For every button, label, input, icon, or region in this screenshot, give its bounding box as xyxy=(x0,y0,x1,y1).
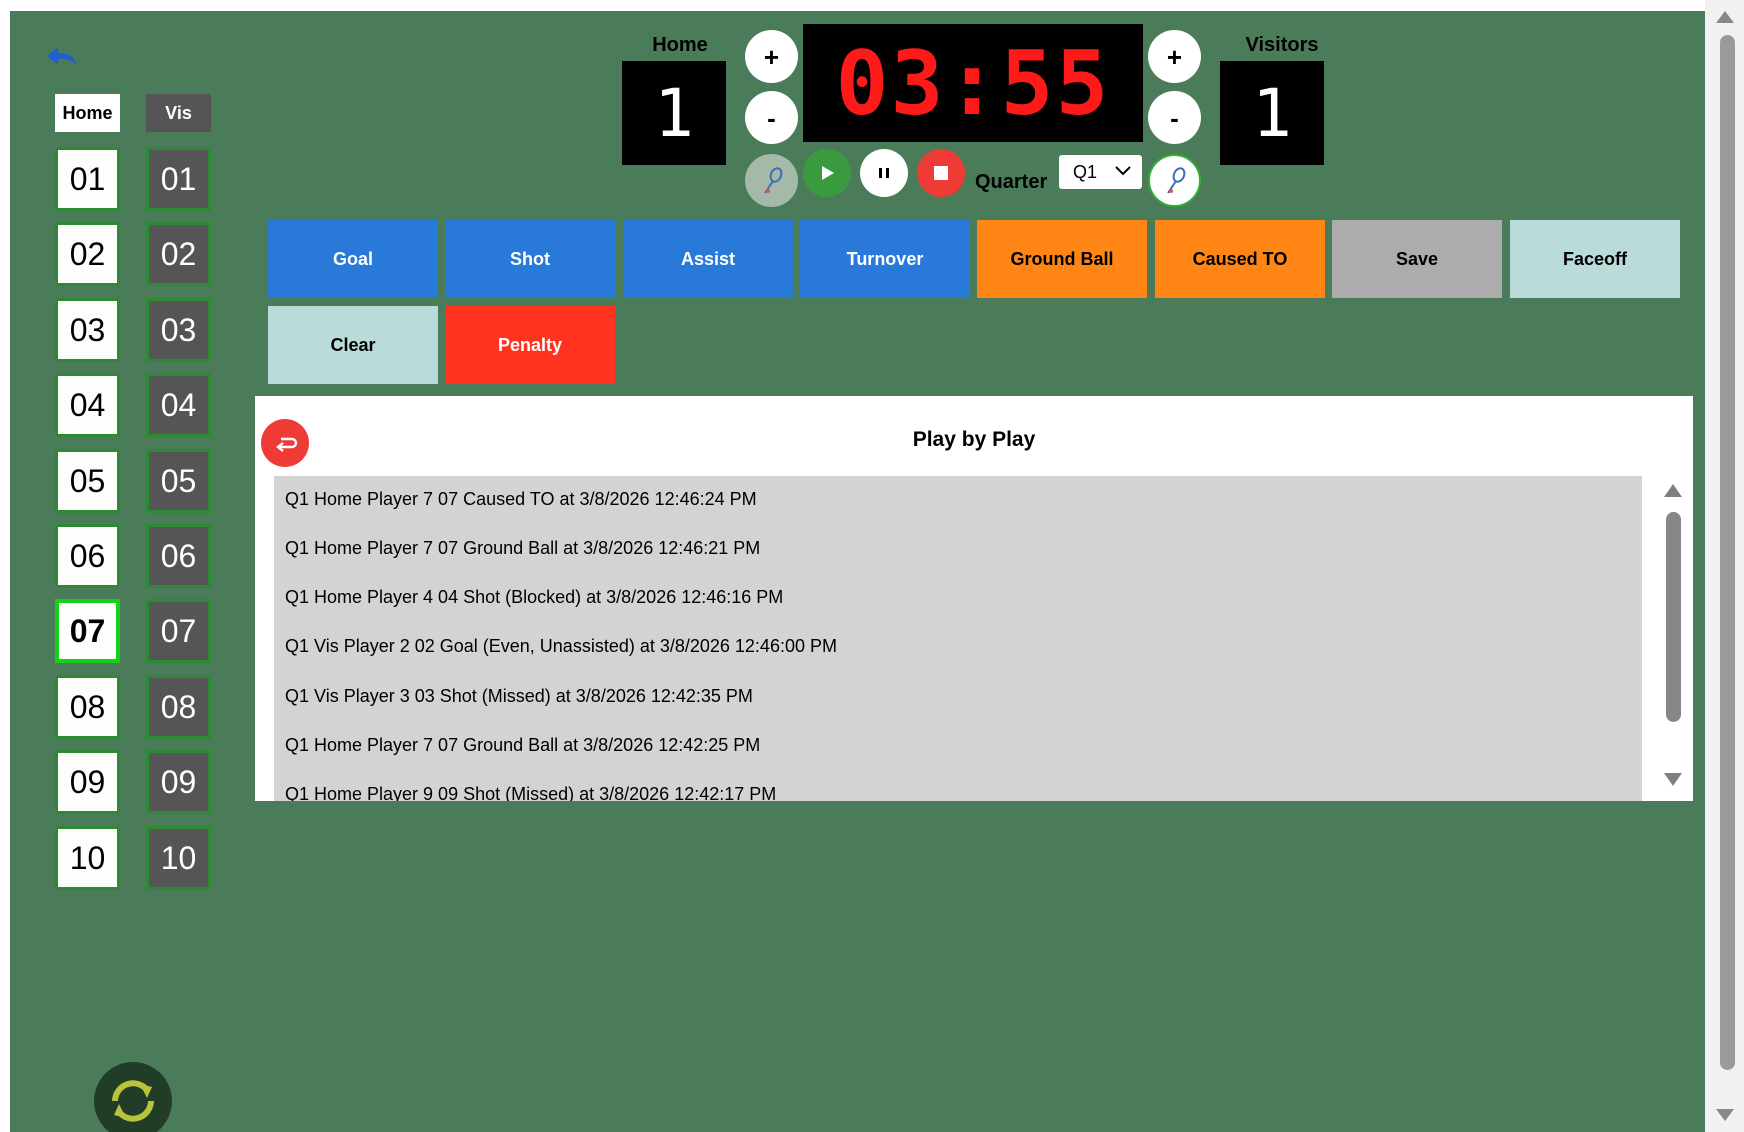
page-scrollbar[interactable] xyxy=(1705,0,1744,1132)
assist-button[interactable]: Assist xyxy=(623,220,793,298)
refresh-icon xyxy=(112,1080,154,1122)
home-player-04[interactable]: 04 xyxy=(55,373,120,437)
play-by-play-scrollbar[interactable] xyxy=(1660,476,1686,786)
quarter-select[interactable]: Q1 xyxy=(1059,155,1142,189)
turnover-button[interactable]: Turnover xyxy=(800,220,970,298)
page-scroll-up-arrow-icon[interactable] xyxy=(1716,11,1734,23)
lacrosse-stick-icon xyxy=(1166,166,1185,194)
goal-button[interactable]: Goal xyxy=(268,220,438,298)
faceoff-button[interactable]: Faceoff xyxy=(1510,220,1680,298)
chevron-down-icon xyxy=(1115,166,1131,176)
back-arrow-icon[interactable] xyxy=(44,41,84,75)
pause-icon xyxy=(879,168,889,178)
vis-player-01[interactable]: 01 xyxy=(146,147,211,211)
home-player-01[interactable]: 01 xyxy=(55,147,120,211)
home-score-plus-button[interactable]: + xyxy=(745,30,798,83)
vis-player-03[interactable]: 03 xyxy=(146,298,211,362)
page-scroll-down-arrow-icon[interactable] xyxy=(1716,1109,1734,1121)
home-score: 1 xyxy=(622,61,726,165)
clock-stop-button[interactable] xyxy=(917,149,965,197)
vis-player-04[interactable]: 04 xyxy=(146,373,211,437)
list-item: Q1 Home Player 7 07 Ground Ball at 3/8/2… xyxy=(285,538,761,558)
list-item: Q1 Vis Player 2 02 Goal (Even, Unassiste… xyxy=(285,636,837,656)
caused-to-button[interactable]: Caused TO xyxy=(1155,220,1325,298)
scroll-down-arrow-icon[interactable] xyxy=(1664,773,1682,786)
clock-play-button[interactable] xyxy=(803,149,851,197)
home-player-10[interactable]: 10 xyxy=(55,826,120,890)
ground-ball-button[interactable]: Ground Ball xyxy=(977,220,1147,298)
home-player-03[interactable]: 03 xyxy=(55,298,120,362)
home-possession-button[interactable] xyxy=(745,154,798,207)
play-icon xyxy=(822,166,834,180)
play-by-play-panel: Play by Play Q1 Home Player 7 07 Caused … xyxy=(255,396,1693,801)
home-player-07[interactable]: 07 xyxy=(55,599,120,663)
visitors-possession-button[interactable] xyxy=(1148,154,1201,207)
play-by-play-list[interactable]: Q1 Home Player 7 07 Caused TO at 3/8/202… xyxy=(274,476,1642,801)
scroll-up-arrow-icon[interactable] xyxy=(1664,484,1682,497)
lacrosse-stick-icon xyxy=(763,166,782,194)
visitors-team-label: Visitors xyxy=(1245,34,1319,56)
home-player-09[interactable]: 09 xyxy=(55,750,120,814)
home-player-05[interactable]: 05 xyxy=(55,449,120,513)
vis-player-08[interactable]: 08 xyxy=(146,675,211,739)
visitors-score-plus-button[interactable]: + xyxy=(1148,30,1201,83)
shot-button[interactable]: Shot xyxy=(445,220,615,298)
vis-roster-header: Vis xyxy=(146,94,211,132)
home-player-08[interactable]: 08 xyxy=(55,675,120,739)
vis-player-02[interactable]: 02 xyxy=(146,222,211,286)
app-viewport: Home Vis 01 02 03 04 05 06 07 08 09 10 0… xyxy=(10,11,1705,1132)
stop-icon xyxy=(934,166,948,180)
home-team-label: Home xyxy=(652,34,708,56)
quarter-label: Quarter xyxy=(975,171,1048,193)
scroll-thumb[interactable] xyxy=(1666,512,1681,722)
home-player-02[interactable]: 02 xyxy=(55,222,120,286)
refresh-button[interactable] xyxy=(94,1062,172,1132)
save-button[interactable]: Save xyxy=(1332,220,1502,298)
visitors-score: 1 xyxy=(1220,61,1324,165)
vis-player-09[interactable]: 09 xyxy=(146,750,211,814)
home-roster-header: Home xyxy=(55,94,120,132)
list-item: Q1 Vis Player 3 03 Shot (Missed) at 3/8/… xyxy=(285,686,753,706)
list-item: Q1 Home Player 7 07 Caused TO at 3/8/202… xyxy=(285,489,757,509)
penalty-button[interactable]: Penalty xyxy=(445,306,615,384)
clock-pause-button[interactable] xyxy=(860,149,908,197)
game-clock: 03:55 xyxy=(803,24,1143,142)
list-item: Q1 Home Player 4 04 Shot (Blocked) at 3/… xyxy=(285,587,784,607)
play-by-play-title: Play by Play xyxy=(912,428,1036,451)
vis-player-05[interactable]: 05 xyxy=(146,449,211,513)
clear-button[interactable]: Clear xyxy=(268,306,438,384)
quarter-value: Q1 xyxy=(1073,161,1098,182)
visitors-score-minus-button[interactable]: - xyxy=(1148,91,1201,144)
home-player-06[interactable]: 06 xyxy=(55,524,120,588)
home-score-minus-button[interactable]: - xyxy=(745,91,798,144)
list-item: Q1 Home Player 7 07 Ground Ball at 3/8/2… xyxy=(285,735,761,755)
list-item: Q1 Home Player 9 09 Shot (Missed) at 3/8… xyxy=(285,784,777,801)
vis-player-07[interactable]: 07 xyxy=(146,599,211,663)
page-scroll-thumb[interactable] xyxy=(1720,35,1735,1070)
vis-player-10[interactable]: 10 xyxy=(146,826,211,890)
vis-player-06[interactable]: 06 xyxy=(146,524,211,588)
